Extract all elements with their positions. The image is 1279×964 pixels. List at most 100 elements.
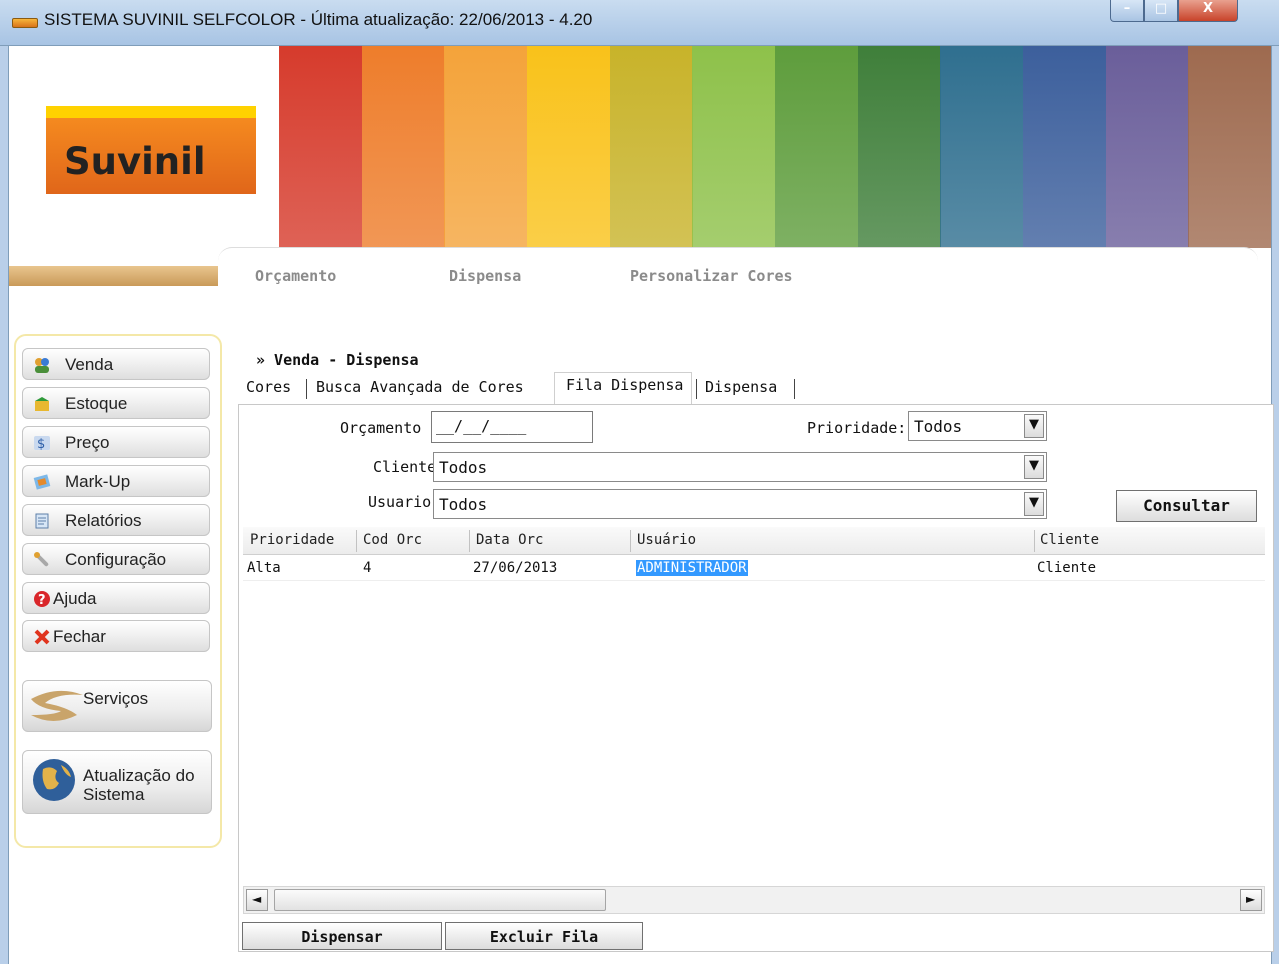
top-menu: Orçamento Dispensa Personalizar Cores <box>218 247 1258 307</box>
dispensar-button[interactable]: Dispensar <box>242 922 442 950</box>
usuario-label: Usuario <box>368 493 432 511</box>
maximize-icon: □ <box>1154 1 1168 16</box>
fila-dispensa-panel <box>238 404 1274 952</box>
atualizacao-label-line1: Atualização do <box>83 766 195 785</box>
chevron-down-icon: ▼ <box>1029 458 1039 473</box>
dropdown-arrow[interactable]: ▼ <box>1024 455 1044 479</box>
menu-item-personalizar-cores[interactable]: Personalizar Cores <box>630 267 793 285</box>
menu-item-dispensa[interactable]: Dispensa <box>449 267 521 285</box>
atualizacao-sistema-button[interactable]: Atualização do Sistema <box>22 750 212 814</box>
minimize-button[interactable]: – <box>1110 0 1144 22</box>
report-icon <box>35 513 49 529</box>
tab-cores[interactable]: Cores <box>246 378 291 396</box>
cliente-label: Cliente <box>373 458 437 476</box>
sidebar-item-label: Mark-Up <box>65 472 131 491</box>
sidebar-item-ajuda[interactable]: ? Ajuda <box>22 582 210 614</box>
column-header-usuario[interactable]: Usuário <box>637 532 696 548</box>
horizontal-scrollbar[interactable]: ◄ ► <box>243 886 1265 914</box>
tab-fila-dispensa[interactable]: Fila Dispensa <box>566 376 683 394</box>
users-icon <box>35 358 49 373</box>
banner-stripe <box>1188 46 1271 248</box>
banner-stripe <box>1023 46 1106 248</box>
column-header-data-orc[interactable]: Data Orc <box>476 532 543 548</box>
prioridade-label: Prioridade: <box>807 419 907 437</box>
logo-orange-band: Suvinil <box>46 118 256 194</box>
cell-usuario-selected[interactable]: ADMINISTRADOR <box>636 560 748 576</box>
excluir-fila-button[interactable]: Excluir Fila <box>445 922 643 950</box>
column-header-cod-orc[interactable]: Cod Orc <box>363 532 422 548</box>
column-header-prioridade[interactable]: Prioridade <box>250 532 334 548</box>
sidebar-item-mark-up[interactable]: Mark-Up <box>22 465 210 497</box>
sidebar-item-preco[interactable]: $ Preço <box>22 426 210 458</box>
column-separator[interactable] <box>356 530 357 552</box>
consultar-button[interactable]: Consultar <box>1116 490 1257 522</box>
column-separator[interactable] <box>469 530 470 552</box>
banner-stripe <box>1105 46 1189 248</box>
logo-yellow-band <box>46 106 256 118</box>
servicos-button[interactable]: Serviços <box>22 680 212 732</box>
sidebar-item-venda[interactable]: Venda <box>22 348 210 380</box>
banner-stripe <box>444 46 528 248</box>
scroll-right-button[interactable]: ► <box>1240 889 1262 911</box>
cell-prioridade[interactable]: Alta <box>247 560 281 576</box>
sidebar-item-label: Preço <box>65 433 110 452</box>
sidebar-item-configuracao[interactable]: Configuração <box>22 543 210 575</box>
prioridade-select[interactable]: Todos ▼ <box>908 411 1047 441</box>
maximize-button[interactable]: □ <box>1144 0 1178 22</box>
banner-stripe <box>527 46 610 248</box>
usuario-select[interactable]: Todos ▼ <box>433 489 1047 519</box>
services-swoosh-icon <box>31 690 83 721</box>
dropdown-arrow[interactable]: ▼ <box>1024 414 1044 438</box>
banner-stripe <box>609 46 693 248</box>
sidebar-item-label: Configuração <box>65 550 167 569</box>
dropdown-arrow[interactable]: ▼ <box>1024 492 1044 516</box>
tab-separator <box>696 379 697 399</box>
cell-data-orc[interactable]: 27/06/2013 <box>473 560 557 576</box>
close-x-icon <box>34 629 50 645</box>
help-icon: ? <box>34 591 50 608</box>
chevron-down-icon: ▼ <box>1029 495 1039 510</box>
sidebar-item-fechar[interactable]: Fechar <box>22 620 210 652</box>
tab-busca-avancada[interactable]: Busca Avançada de Cores <box>316 378 524 396</box>
column-separator[interactable] <box>630 530 631 552</box>
app-icon <box>12 18 38 28</box>
banner-stripe <box>361 46 445 248</box>
servicos-label: Serviços <box>83 689 149 708</box>
sidebar-item-estoque[interactable]: Estoque <box>22 387 210 419</box>
cell-cod-orc[interactable]: 4 <box>363 560 371 576</box>
column-header-cliente[interactable]: Cliente <box>1040 532 1099 548</box>
sidebar-item-label: Venda <box>65 355 114 374</box>
arrow-left-icon: ◄ <box>252 892 262 906</box>
sidebar-item-label: Relatórios <box>65 511 142 530</box>
usuario-value: Todos <box>439 495 488 514</box>
tab-dispensa[interactable]: Dispensa <box>705 378 777 396</box>
markup-icon <box>33 474 51 490</box>
cliente-select[interactable]: Todos ▼ <box>433 452 1047 482</box>
orcamento-label: Orçamento <box>340 419 422 437</box>
cell-cliente[interactable]: Cliente <box>1037 560 1096 576</box>
banner-stripe <box>692 46 776 248</box>
sidebar: Venda Estoque $ Preço Mark-Up Relatórios… <box>14 334 222 848</box>
banner-stripe <box>940 46 1024 248</box>
logo-text: Suvinil <box>64 140 206 183</box>
orcamento-date-input[interactable]: __/__/____ <box>431 411 593 443</box>
window-title-bar[interactable]: SISTEMA SUVINIL SELFCOLOR - Última atual… <box>0 0 1279 46</box>
banner-underline <box>9 266 221 286</box>
box-icon <box>35 397 49 411</box>
table-row[interactable]: Alta 4 27/06/2013 ADMINISTRADOR Cliente <box>243 556 1265 581</box>
banner-stripe <box>857 46 941 248</box>
menu-item-orcamento[interactable]: Orçamento <box>255 267 336 285</box>
scrollbar-thumb[interactable] <box>274 889 606 911</box>
window-frame-left <box>0 46 9 964</box>
close-window-button[interactable]: X <box>1178 0 1238 22</box>
banner-stripe <box>279 46 362 248</box>
sidebar-item-label: Estoque <box>65 394 128 413</box>
chevron-down-icon: ▼ <box>1029 417 1039 432</box>
scroll-left-button[interactable]: ◄ <box>246 889 268 911</box>
globe-icon <box>33 759 75 801</box>
cliente-value: Todos <box>439 458 488 477</box>
svg-text:?: ? <box>38 593 46 608</box>
column-separator[interactable] <box>1034 530 1035 552</box>
sidebar-item-label: Fechar <box>53 627 106 646</box>
sidebar-item-relatorios[interactable]: Relatórios <box>22 504 210 536</box>
